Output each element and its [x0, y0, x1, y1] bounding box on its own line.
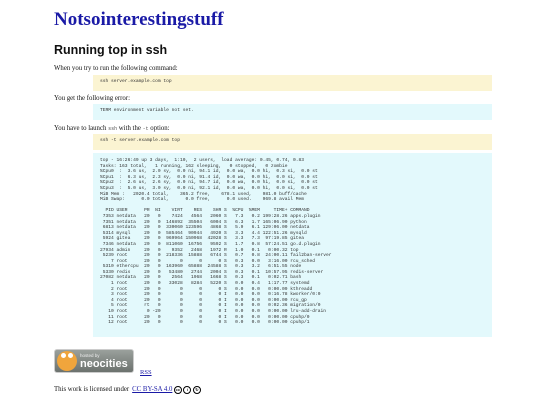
fix-mid: with the	[117, 125, 143, 132]
badge-big-text: neocities	[80, 357, 128, 370]
neocities-cat-icon	[57, 351, 77, 371]
site-title-link[interactable]: Notsointerestingstuff	[54, 9, 224, 31]
page: Notsointerestingstuff Running top in ssh…	[0, 0, 540, 405]
fix-command-block: ssh -t server.example.com top	[93, 134, 492, 150]
sa-icon: ↻	[192, 385, 201, 394]
neocities-badge-link[interactable]: hosted by neocities	[54, 349, 134, 373]
cc-icon: cc	[173, 385, 182, 394]
error-intro-paragraph: You get the following error:	[54, 95, 130, 102]
fix-prefix: You have to launch	[54, 125, 109, 132]
error-block: TERM environment variable not set.	[93, 104, 492, 120]
by-icon: i	[183, 385, 192, 394]
neocities-badge-text: hosted by neocities	[80, 353, 128, 370]
ssh-inline-code: ssh	[108, 126, 118, 132]
intro-paragraph: When you try to run the following comman…	[54, 65, 178, 72]
post-title: Running top in ssh	[54, 43, 168, 57]
license-text: This work is licensed under	[54, 386, 130, 393]
license-link[interactable]: CC BY-SA 4.0	[132, 385, 172, 394]
command-block: ssh server.example.com top	[93, 75, 492, 91]
fix-paragraph: You have to launch ssh with the -t optio…	[54, 124, 170, 134]
rss-link[interactable]: RSS	[140, 369, 152, 376]
top-output-block[interactable]: top - 16:26:49 up 3 days, 1:10, 2 users,…	[93, 153, 492, 337]
fix-suffix: option:	[148, 125, 170, 132]
license-line: This work is licensed under CC BY-SA 4.0…	[54, 385, 201, 394]
